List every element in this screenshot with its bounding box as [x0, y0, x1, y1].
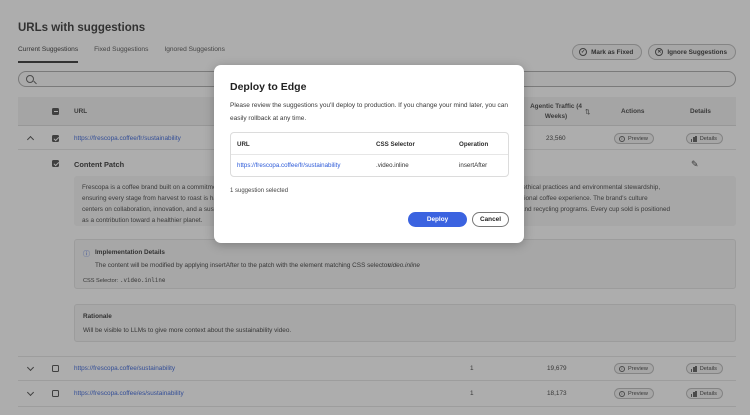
dialog-title: Deploy to Edge	[230, 81, 307, 93]
column-css-selector: CSS Selector	[376, 141, 415, 148]
column-url: URL	[237, 141, 250, 148]
deploy-row-operation: insertAfter	[459, 162, 488, 169]
dialog-description: Please review the suggestions you'll dep…	[230, 102, 509, 122]
deploy-row-selector: .video.inline	[376, 162, 409, 169]
deploy-row-url[interactable]: https://frescopa.coffee/fr/sustainabilit…	[237, 162, 340, 169]
deploy-table-header: URL CSS Selector Operation	[231, 133, 508, 155]
deploy-dialog: Deploy to Edge Please review the suggest…	[214, 65, 524, 243]
column-operation: Operation	[459, 141, 489, 148]
selection-count: 1 suggestion selected	[230, 188, 289, 194]
deploy-button[interactable]: Deploy	[408, 212, 467, 227]
deploy-table: URL CSS Selector Operation https://fresc…	[230, 132, 509, 177]
cancel-button[interactable]: Cancel	[472, 212, 509, 227]
